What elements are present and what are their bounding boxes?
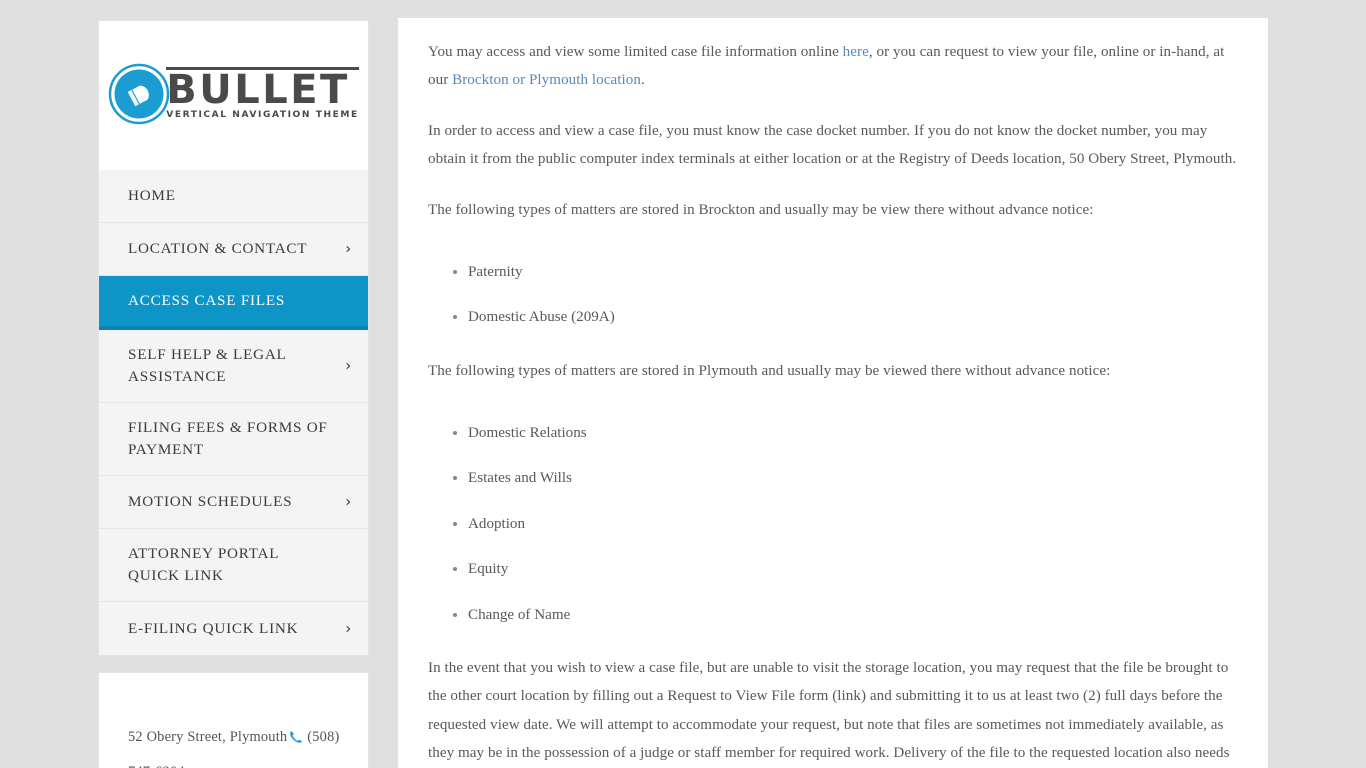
chevron-right-icon[interactable]: › xyxy=(345,621,352,636)
chevron-right-icon[interactable]: › xyxy=(345,494,352,510)
contact-info: 52 Obery Street, Plymouth(508) 747-6204 xyxy=(128,721,340,768)
list-item: Paternity xyxy=(468,258,1238,286)
content-paragraph-1: You may access and view some limited cas… xyxy=(428,38,1238,95)
paragraph-1-part-1: You may access and view some limited cas… xyxy=(428,44,843,60)
logo-tagline-text: VERTICAL NAVIGATION THEME xyxy=(166,110,359,121)
content-paragraph-2: In order to access and view a case file,… xyxy=(428,122,1237,168)
list-item: Estates and Wills xyxy=(468,464,1238,492)
sidebar-item-access-case-files[interactable]: ACCESS CASE FILES xyxy=(99,276,368,331)
chevron-right-icon[interactable]: › xyxy=(345,358,352,374)
here-link[interactable]: here xyxy=(843,44,869,60)
sidebar-item-location-contact[interactable]: LOCATION & CONTACT › xyxy=(99,223,368,276)
sidebar-item-label: HOME xyxy=(128,186,176,204)
paragraph-1-part-3: . xyxy=(640,72,645,89)
sidebar-item-attorney-portal-quick-link[interactable]: ATTORNEY PORTAL QUICK LINK xyxy=(99,529,368,603)
sidebar-item-motion-schedules[interactable]: MOTION SCHEDULES › xyxy=(99,476,368,530)
phone-icon xyxy=(289,723,303,755)
sidebar-item-label: E-FILING QUICK LINK xyxy=(128,619,299,637)
list-item: Change of Name xyxy=(468,601,1238,629)
sidebar-item-self-help-legal-assistance[interactable]: SELF HELP & LEGAL ASSISTANCE › xyxy=(99,330,368,404)
list-item: Adoption xyxy=(468,510,1238,538)
sidebar-item-e-filing-quick-link[interactable]: E-FILING QUICK LINK › xyxy=(99,602,368,656)
brockton-matters-list: Paternity Domestic Abuse (209A) xyxy=(428,258,1238,332)
content-paragraph-3: The following types of matters are store… xyxy=(428,201,1094,218)
bullet-circle-icon xyxy=(108,63,170,125)
sidebar: BULLET VERTICAL NAVIGATION THEME HOME LO… xyxy=(98,20,369,768)
sidebar-item-label: FILING FEES & FORMS OF PAYMENT xyxy=(128,419,328,459)
contact-address: 52 Obery Street, Plymouth xyxy=(128,729,288,746)
sidebar-item-label: ACCESS CASE FILES xyxy=(128,292,286,309)
logo-wordmark: BULLET VERTICAL NAVIGATION THEME xyxy=(166,66,359,121)
logo-brand-text: BULLET xyxy=(166,66,359,110)
plymouth-matters-list: Domestic Relations Estates and Wills Ado… xyxy=(428,419,1238,629)
list-item: Equity xyxy=(468,555,1238,583)
sidebar-item-home[interactable]: HOME xyxy=(99,170,368,223)
sidebar-contact-card: 52 Obery Street, Plymouth(508) 747-6204 xyxy=(98,672,369,768)
main-navigation: HOME LOCATION & CONTACT › ACCESS CASE FI… xyxy=(98,170,369,657)
list-item: Domestic Relations xyxy=(468,419,1238,447)
page-root: BULLET VERTICAL NAVIGATION THEME HOME LO… xyxy=(0,0,1366,768)
content-paragraph-5: In the event that you wish to view a cas… xyxy=(428,659,1230,761)
sidebar-item-label: MOTION SCHEDULES xyxy=(128,493,293,511)
content-paragraph-4: The following types of matters are store… xyxy=(428,362,1111,379)
sidebar-item-label: SELF HELP & LEGAL ASSISTANCE xyxy=(128,346,287,386)
main-content: You may access and view some limited cas… xyxy=(398,18,1268,768)
brockton-plymouth-location-link[interactable]: Brockton or Plymouth location xyxy=(452,72,641,88)
site-logo[interactable]: BULLET VERTICAL NAVIGATION THEME xyxy=(108,63,359,125)
chevron-right-icon[interactable]: › xyxy=(345,241,352,257)
sidebar-item-label: ATTORNEY PORTAL QUICK LINK xyxy=(128,545,279,585)
list-item: Domestic Abuse (209A) xyxy=(468,303,1238,331)
sidebar-item-label: LOCATION & CONTACT xyxy=(128,239,308,257)
sidebar-item-filing-fees-forms-of-payment[interactable]: FILING FEES & FORMS OF PAYMENT xyxy=(99,403,368,477)
logo-card[interactable]: BULLET VERTICAL NAVIGATION THEME xyxy=(98,20,369,170)
